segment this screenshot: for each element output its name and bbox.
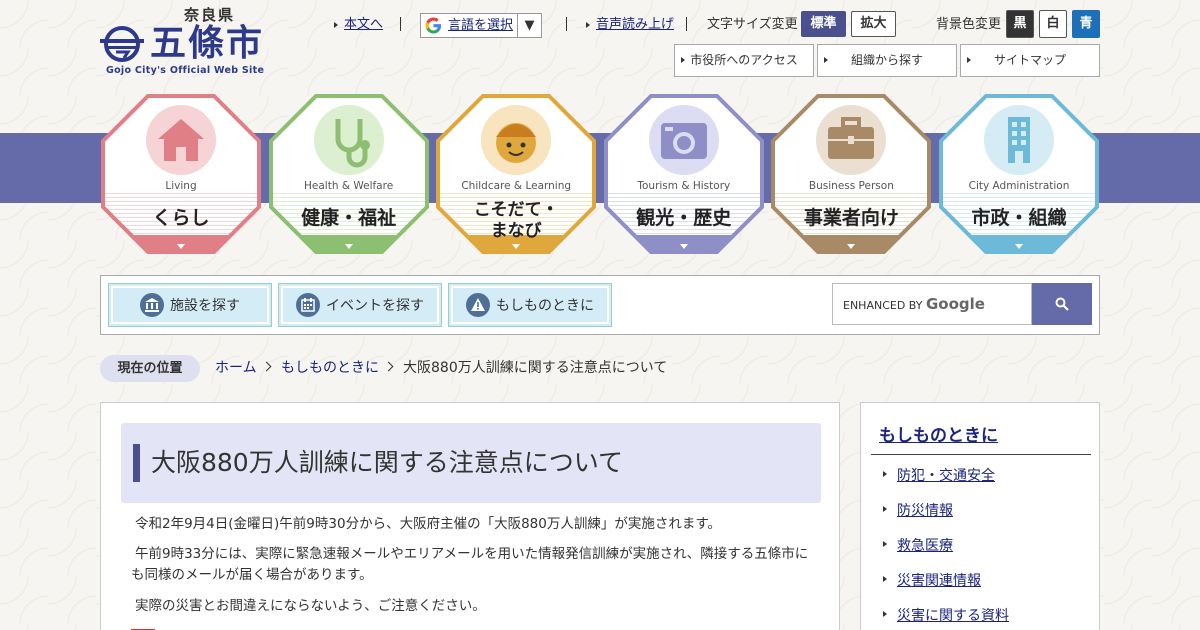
- organization-link[interactable]: 組織から探す: [817, 44, 957, 77]
- category-6[interactable]: City Administration 市政・組織: [938, 93, 1100, 255]
- divider: [400, 17, 401, 31]
- category-2[interactable]: Health & Welfare 健康・福祉: [268, 93, 430, 255]
- bg-black-button[interactable]: 黒: [1006, 10, 1034, 38]
- breadcrumb-home-link[interactable]: ホーム: [215, 355, 257, 382]
- breadcrumb-current: 大阪880万人訓練に関する注意点について: [403, 360, 668, 376]
- city-emblem-icon: [100, 26, 144, 62]
- side-item-crime-traffic[interactable]: 防犯・交通安全: [897, 465, 995, 485]
- caret-down-icon: [679, 244, 688, 249]
- side-item-disaster-documents[interactable]: 災害に関する資料: [897, 605, 1009, 625]
- side-item-disaster-info[interactable]: 防災情報: [897, 500, 953, 520]
- language-label: 言語を選択: [448, 18, 514, 33]
- facility-search-label: 施設を探す: [170, 298, 240, 314]
- emergency-button[interactable]: もしものときに: [448, 283, 612, 327]
- warning-icon: [466, 293, 490, 317]
- calendar-icon: [296, 293, 320, 317]
- category-jp-label: 市政・組織: [971, 207, 1067, 229]
- search-button[interactable]: [1032, 283, 1092, 325]
- arrow-right-icon: [883, 541, 887, 547]
- side-menu: もしものときに 防犯・交通安全 防災情報 救急医療 災害関連情報 災害に関する資…: [860, 402, 1100, 630]
- divider: [871, 454, 1091, 455]
- breadcrumb-parent-link[interactable]: もしものときに: [281, 355, 379, 382]
- category-en-label: Childcare & Learning: [461, 180, 572, 192]
- skip-to-content-link[interactable]: 本文へ: [334, 12, 383, 38]
- stethoscope-icon: [313, 105, 384, 175]
- building-icon: [984, 105, 1054, 175]
- child-icon: [481, 105, 552, 175]
- category-5[interactable]: Business Person 事業者向け: [770, 93, 932, 255]
- search-brand: Google: [925, 295, 985, 313]
- category-en-label: Tourism & History: [637, 180, 731, 192]
- category-3[interactable]: Childcare & Learning こそだて・ まなび: [435, 93, 597, 255]
- chevron-right-icon: [261, 361, 272, 372]
- category-en-label: Living: [165, 180, 197, 192]
- event-search-label: イベントを探す: [326, 298, 424, 314]
- divider: [566, 17, 567, 31]
- arrow-right-icon: [883, 611, 887, 617]
- search-toolbar: 施設を探す イベントを探す もしものときに ENHANCED BY Google: [100, 275, 1100, 335]
- event-search-button[interactable]: イベントを探す: [278, 283, 442, 327]
- page-title-box: 大阪880万人訓練に関する注意点について: [121, 423, 821, 503]
- sitemap-link[interactable]: サイトマップ: [960, 44, 1100, 77]
- side-item-emergency-medical[interactable]: 救急医療: [897, 535, 953, 555]
- caret-down-icon: [177, 244, 185, 249]
- category-en-label: Business Person: [808, 180, 894, 192]
- google-g-icon: [425, 17, 442, 34]
- language-select[interactable]: 言語を選択 ▼: [420, 13, 542, 38]
- search-icon: [1055, 297, 1069, 311]
- house-icon: [146, 105, 216, 175]
- logo-english: Gojo City's Official Web Site: [106, 65, 265, 76]
- arrow-right-icon: [883, 576, 887, 582]
- side-menu-title[interactable]: もしものときに: [879, 421, 998, 446]
- paragraph-3: 実際の災害とお間違えにならないよう、ご注意ください。: [135, 598, 486, 614]
- breadcrumb-label: 現在の位置: [100, 355, 200, 382]
- paragraph-2: 午前9時33分には、実際に緊急速報メールやエリアメールを用いた情報発信訓練が実施…: [131, 546, 809, 583]
- caret-down-icon: [344, 244, 353, 249]
- facility-search-button[interactable]: 施設を探す: [108, 283, 272, 327]
- emergency-label: もしものときに: [496, 298, 594, 314]
- category-4[interactable]: Tourism & History 観光・歴史: [603, 93, 765, 255]
- chevron-right-icon: [383, 361, 394, 372]
- access-link[interactable]: 市役所へのアクセス: [674, 44, 814, 77]
- font-size-label: 文字サイズ変更: [707, 17, 798, 32]
- category-1[interactable]: Living くらし: [100, 93, 262, 255]
- site-logo[interactable]: 奈良県 五條市 Gojo City's Official Web Site: [100, 4, 280, 78]
- arrow-right-icon: [883, 471, 887, 477]
- side-item-disaster-related[interactable]: 災害関連情報: [897, 570, 981, 590]
- font-size-large-button[interactable]: 拡大: [851, 11, 896, 37]
- title-accent-bar: [133, 444, 140, 482]
- page-title: 大阪880万人訓練に関する注意点について: [151, 448, 623, 477]
- bg-white-button[interactable]: 白: [1039, 10, 1067, 38]
- logo-city-name: 五條市: [150, 23, 265, 64]
- category-jp-label: こそだて・ まなび: [473, 200, 559, 241]
- category-en-label: City Administration: [968, 180, 1070, 192]
- category-jp-label: 健康・福祉: [301, 207, 397, 229]
- paragraph-1: 令和2年9月4日(金曜日)午前9時30分から、大阪府主催の「大阪880万人訓練」…: [135, 516, 721, 532]
- caret-down-icon: [512, 244, 521, 249]
- category-jp-label: 事業者向け: [803, 207, 899, 229]
- briefcase-icon: [816, 105, 887, 175]
- chevron-down-icon: ▼: [517, 14, 541, 37]
- font-size-standard-button[interactable]: 標準: [801, 11, 846, 37]
- caret-down-icon: [847, 244, 856, 249]
- search-input[interactable]: ENHANCED BY Google: [832, 283, 1032, 325]
- category-jp-label: くらし: [152, 207, 210, 229]
- category-jp-label: 観光・歴史: [636, 207, 732, 229]
- category-en-label: Health & Welfare: [304, 180, 394, 192]
- search-prefix: ENHANCED BY: [843, 299, 923, 312]
- arrow-right-icon: [883, 506, 887, 512]
- read-aloud-link[interactable]: 音声読み上げ: [586, 12, 674, 38]
- main-content: 大阪880万人訓練に関する注意点について 令和2年9月4日(金曜日)午前9時30…: [100, 402, 840, 630]
- bg-color-label: 背景色変更: [936, 17, 1002, 32]
- institution-icon: [140, 293, 164, 317]
- bg-blue-button[interactable]: 青: [1072, 10, 1100, 38]
- caret-down-icon: [1015, 244, 1023, 249]
- divider: [686, 17, 687, 31]
- camera-icon: [648, 105, 719, 175]
